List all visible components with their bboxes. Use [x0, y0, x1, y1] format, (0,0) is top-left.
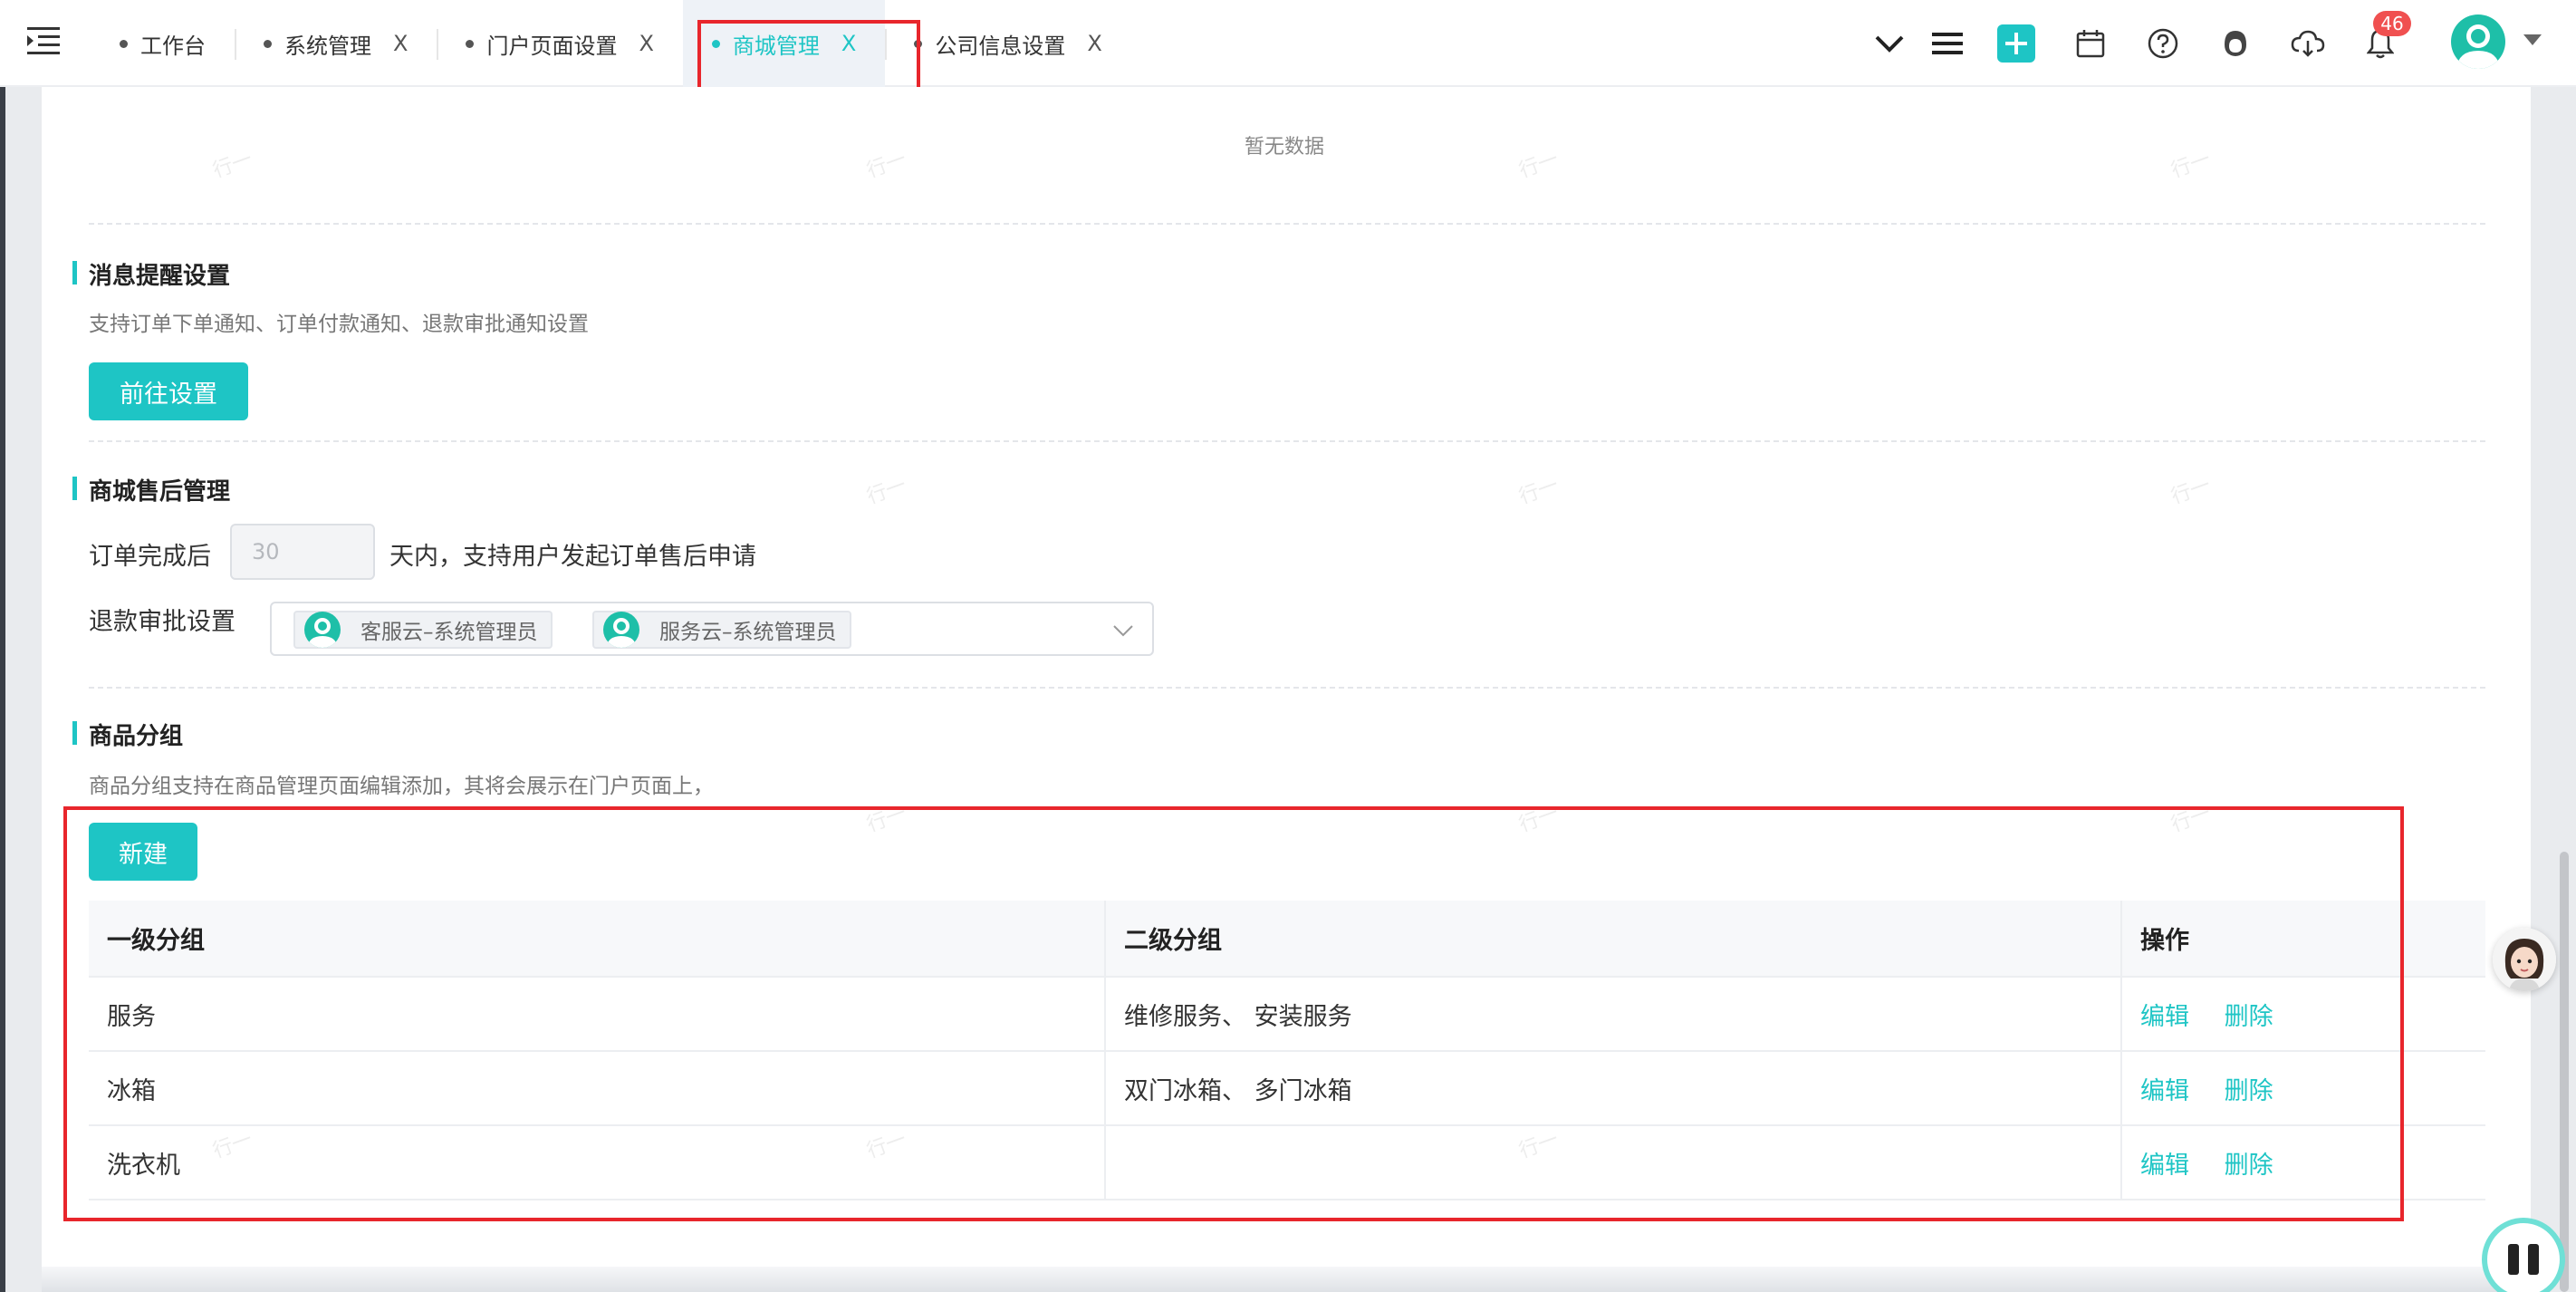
watermark: 行一 — [2167, 802, 2214, 837]
tab-close-icon[interactable]: X — [841, 31, 856, 56]
after-sales-days-input[interactable]: 30 — [230, 524, 375, 580]
delete-link[interactable]: 删除 — [2225, 1077, 2273, 1105]
tab-close-icon[interactable]: X — [1087, 31, 1101, 56]
tab-company-info[interactable]: 公司信息设置 X — [885, 0, 1130, 87]
approver-avatar — [603, 612, 639, 648]
days-placeholder: 30 — [252, 539, 280, 564]
pause-bar — [2508, 1244, 2519, 1275]
approver-name: 服务云–系统管理员 — [659, 621, 837, 644]
pause-button[interactable] — [2482, 1218, 2565, 1292]
approver-chip[interactable]: 服务云–系统管理员 — [592, 611, 851, 649]
tab-dot — [466, 39, 475, 48]
top-bar: 工作台 系统管理 X 门户页面设置 X 商城管理 X 公司信息设置 X 46 — [0, 0, 2576, 87]
assistant-avatar-icon[interactable] — [2493, 928, 2556, 991]
tab-system-management[interactable]: 系统管理 X — [235, 0, 437, 87]
empty-state-text: 暂无数据 — [1245, 136, 1325, 159]
tab-close-icon[interactable]: X — [393, 31, 408, 56]
menu-collapse-icon[interactable] — [25, 25, 62, 58]
watermark: 行一 — [2167, 148, 2214, 183]
actions-cell: 编辑 删除 — [2121, 1125, 2485, 1200]
delete-link[interactable]: 删除 — [2225, 1003, 2273, 1031]
tab-workbench[interactable]: 工作台 — [91, 0, 235, 87]
watermark: 行一 — [863, 802, 909, 837]
table-row: 洗衣机 编辑 删除 — [89, 1125, 2485, 1200]
go-settings-button[interactable]: 前往设置 — [89, 362, 248, 420]
watermark: 行一 — [1515, 802, 1562, 837]
tab-label: 工作台 — [140, 33, 206, 59]
tab-mall-management[interactable]: 商城管理 X — [682, 0, 886, 87]
product-groups-desc: 商品分组支持在商品管理页面编辑添加，其将会展示在门户页面上， — [89, 775, 714, 798]
delete-link[interactable]: 删除 — [2225, 1152, 2273, 1180]
tab-close-icon[interactable]: X — [639, 31, 653, 56]
message-settings-title: 消息提醒设置 — [72, 257, 230, 291]
approver-name: 客服云–系统管理员 — [360, 621, 538, 644]
watermark: 行一 — [1515, 148, 1562, 183]
chevron-down-icon[interactable] — [1112, 620, 1134, 641]
user-avatar[interactable] — [2451, 14, 2505, 69]
column-header: 操作 — [2121, 901, 2485, 978]
new-group-button[interactable]: 新建 — [89, 823, 197, 881]
tab-bar: 工作台 系统管理 X 门户页面设置 X 商城管理 X 公司信息设置 X — [91, 0, 1131, 87]
watermark: 行一 — [863, 474, 909, 509]
edit-link[interactable]: 编辑 — [2140, 1003, 2189, 1031]
edit-link[interactable]: 编辑 — [2140, 1077, 2189, 1105]
pause-bar — [2528, 1244, 2539, 1275]
tab-label: 公司信息设置 — [935, 33, 1066, 59]
watermark: 行一 — [863, 148, 909, 183]
product-groups-title: 商品分组 — [72, 718, 183, 751]
watermark: 行一 — [1515, 474, 1562, 509]
help-icon[interactable] — [2143, 24, 2183, 63]
tab-dot — [914, 39, 923, 48]
primary-group-cell: 洗衣机 — [89, 1125, 1106, 1200]
service-icon[interactable] — [2216, 24, 2255, 63]
tab-dot — [711, 39, 720, 48]
secondary-group-cell: 双门冰箱、 多门冰箱 — [1105, 1051, 2122, 1126]
chevron-down-icon[interactable] — [1870, 24, 1909, 63]
section-divider — [89, 223, 2485, 225]
content-bottom-edge — [42, 1267, 2531, 1292]
tab-portal-settings[interactable]: 门户页面设置 X — [437, 0, 682, 87]
primary-group-cell: 服务 — [89, 977, 1106, 1052]
left-edge — [0, 87, 5, 1292]
primary-group-cell: 冰箱 — [89, 1051, 1106, 1126]
page-scrollbar[interactable] — [2560, 852, 2569, 1292]
tab-dot — [120, 39, 128, 48]
approver-chip[interactable]: 客服云–系统管理员 — [293, 611, 553, 649]
calendar-icon[interactable] — [2071, 24, 2110, 63]
watermark: 行一 — [209, 148, 255, 183]
actions-cell: 编辑 删除 — [2121, 1051, 2485, 1126]
section-divider — [89, 440, 2485, 442]
product-groups-table: 一级分组 二级分组 操作 服务 维修服务、 安装服务 编辑 删除 冰箱 双门冰箱… — [89, 901, 2485, 1200]
edit-link[interactable]: 编辑 — [2140, 1152, 2189, 1180]
table-row: 服务 维修服务、 安装服务 编辑 删除 — [89, 977, 2485, 1052]
tab-label: 系统管理 — [284, 33, 371, 59]
tab-dot — [264, 39, 272, 48]
after-sales-prefix: 订单完成后 — [89, 543, 211, 571]
add-icon[interactable] — [1996, 24, 2036, 63]
list-icon[interactable] — [1927, 24, 1967, 63]
column-header: 一级分组 — [89, 901, 1106, 978]
table-header-row: 一级分组 二级分组 操作 — [89, 901, 2485, 978]
secondary-group-cell — [1105, 1125, 2122, 1200]
refund-approver-select[interactable]: 客服云–系统管理员 服务云–系统管理员 — [270, 602, 1154, 656]
message-settings-desc: 支持订单下单通知、订单付款通知、退款审批通知设置 — [89, 313, 589, 336]
refund-approval-label: 退款审批设置 — [89, 608, 235, 636]
tab-label: 门户页面设置 — [486, 33, 618, 59]
actions-cell: 编辑 删除 — [2121, 977, 2485, 1052]
after-sales-title: 商城售后管理 — [72, 473, 230, 506]
watermark: 行一 — [2167, 474, 2214, 509]
secondary-group-cell: 维修服务、 安装服务 — [1105, 977, 2122, 1052]
user-menu-caret-icon[interactable] — [2523, 34, 2542, 45]
column-header: 二级分组 — [1105, 901, 2122, 978]
tab-label: 商城管理 — [732, 33, 820, 59]
cloud-download-icon[interactable] — [2288, 24, 2328, 63]
notification-badge: 46 — [2373, 11, 2411, 36]
table-row: 冰箱 双门冰箱、 多门冰箱 编辑 删除 — [89, 1051, 2485, 1126]
section-divider — [89, 687, 2485, 689]
approver-avatar — [304, 612, 341, 648]
after-sales-suffix: 天内，支持用户发起订单售后申请 — [389, 543, 756, 571]
